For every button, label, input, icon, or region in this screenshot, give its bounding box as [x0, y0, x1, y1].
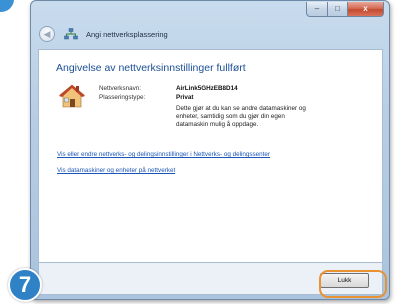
location-type-label: Plasseringstype: [99, 94, 146, 101]
content-panel: Angivelse av nettverksinnstillinger full… [38, 49, 383, 263]
back-button[interactable]: ◀ [39, 26, 55, 42]
caption-buttons: – □ x [306, 2, 384, 17]
network-name-label: Nettverksnavn: [99, 85, 141, 92]
back-arrow-icon: ◀ [43, 28, 51, 39]
minimize-button[interactable]: – [306, 2, 328, 17]
close-window-button[interactable]: x [348, 2, 384, 17]
view-network-computers-link[interactable]: Vis datamaskiner og enheter på nettverke… [57, 167, 175, 174]
navigation-bar: ◀ Angi nettverksplassering [31, 19, 389, 49]
network-name-row: Nettverksnavn: AirLink5GHzEB8D14 [99, 84, 238, 93]
close-icon: x [363, 4, 368, 13]
house-icon [59, 84, 85, 108]
step-number-badge: 7 [8, 268, 42, 302]
window-title: Angi nettverksplassering [86, 29, 168, 39]
page-heading: Angivelse av nettverksinnstillinger full… [56, 62, 246, 74]
location-type-row: Plasseringstype: Privat [99, 93, 238, 102]
network-sharing-center-link[interactable]: Vis eller endre nettverks- og delingsinn… [57, 151, 270, 158]
description-text: Dette gjør at du kan se andre datamaskin… [176, 105, 306, 128]
location-type-value: Privat [176, 94, 194, 101]
step-indicator-top [0, 0, 14, 12]
network-icon [64, 28, 78, 40]
minimize-icon: – [314, 4, 320, 13]
network-name-value: AirLink5GHzEB8D14 [176, 85, 238, 92]
maximize-button[interactable]: □ [328, 2, 348, 17]
maximize-icon: □ [335, 4, 340, 13]
network-info: Nettverksnavn: AirLink5GHzEB8D14 Plasser… [99, 84, 238, 102]
dialog-window: – □ x ◀ Angi nettverksplassering Angivel… [30, 0, 390, 300]
highlight-ring [319, 270, 387, 298]
